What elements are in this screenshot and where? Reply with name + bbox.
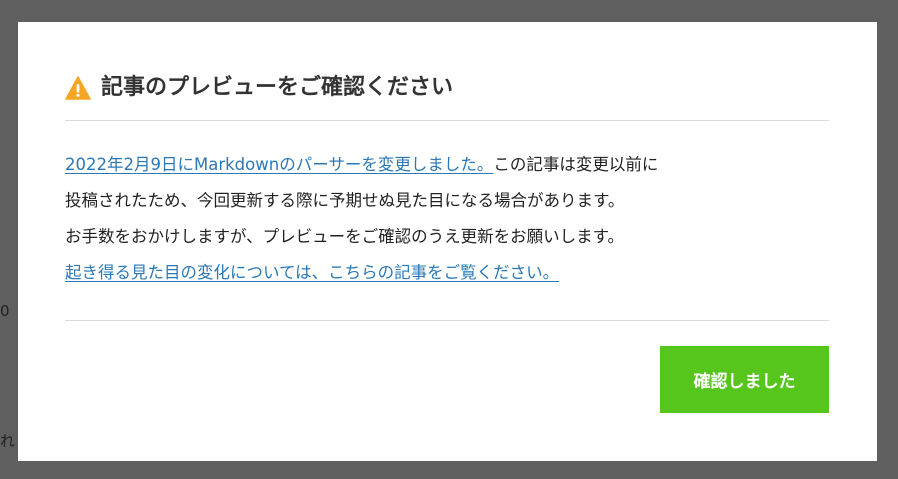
backdrop-text-fragment: れ [0, 432, 16, 450]
divider [65, 320, 829, 321]
body-text: この記事は変更以前に [493, 155, 659, 174]
dialog-header: 記事のプレビューをご確認ください [65, 74, 829, 121]
dialog-title: 記事のプレビューをご確認ください [101, 75, 454, 100]
confirm-button[interactable]: 確認しました [660, 346, 829, 413]
backdrop-text-fragment: 0 [0, 302, 10, 320]
dialog-body: 2022年2月9日にMarkdownのパーサーを変更しました。この記事は変更以前… [65, 147, 829, 291]
body-paragraph: 起き得る見た目の変化については、こちらの記事をご覧ください。 [65, 255, 829, 291]
body-paragraph: 2022年2月9日にMarkdownのパーサーを変更しました。この記事は変更以前… [65, 147, 829, 183]
visual-changes-article-link[interactable]: 起き得る見た目の変化については、こちらの記事をご覧ください。 [65, 263, 559, 282]
parser-change-link[interactable]: 2022年2月9日にMarkdownのパーサーを変更しました。 [65, 155, 493, 174]
warning-icon [65, 76, 91, 100]
body-paragraph: お手数をおかけしますが、プレビューをご確認のうえ更新をお願いします。 [65, 227, 625, 246]
preview-confirmation-dialog: 記事のプレビューをご確認ください 2022年2月9日にMarkdownのパーサー… [18, 22, 877, 461]
body-paragraph: 投稿されたため、今回更新する際に予期せぬ見た目になる場合があります。 [65, 191, 625, 210]
